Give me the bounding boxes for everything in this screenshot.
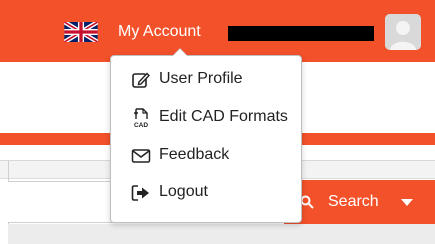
user-avatar-icon[interactable] — [385, 14, 421, 50]
search-button[interactable]: Search — [284, 180, 435, 224]
uk-flag-icon[interactable] — [64, 22, 98, 42]
sign-out-icon — [131, 185, 149, 201]
envelope-icon — [131, 149, 151, 163]
menu-item-label: Logout — [159, 183, 208, 200]
top-header-bar: My Account — [0, 0, 435, 62]
search-button-label: Search — [328, 193, 379, 210]
menu-item-user-profile[interactable]: User Profile — [111, 64, 301, 94]
menu-item-feedback[interactable]: Feedback — [111, 140, 301, 170]
search-icon — [300, 195, 314, 209]
menu-item-label: Feedback — [159, 146, 230, 163]
edit-profile-icon — [132, 72, 150, 88]
avatar-silhouette-icon — [385, 14, 421, 50]
menu-item-label: User Profile — [159, 70, 243, 87]
caret-down-icon[interactable] — [401, 199, 413, 206]
account-dropdown-menu: User Profile CAD Edit CAD Formats Feedba… — [110, 48, 302, 223]
menu-item-label: Edit CAD Formats — [159, 108, 288, 125]
menu-item-edit-cad-formats[interactable]: CAD Edit CAD Formats — [111, 102, 301, 132]
bottom-strip — [8, 224, 435, 244]
svg-text:CAD: CAD — [134, 122, 148, 128]
menu-item-logout[interactable]: Logout — [111, 177, 301, 207]
cad-file-icon: CAD — [134, 108, 148, 128]
redacted-username — [228, 26, 374, 41]
my-account-link[interactable]: My Account — [118, 22, 201, 42]
